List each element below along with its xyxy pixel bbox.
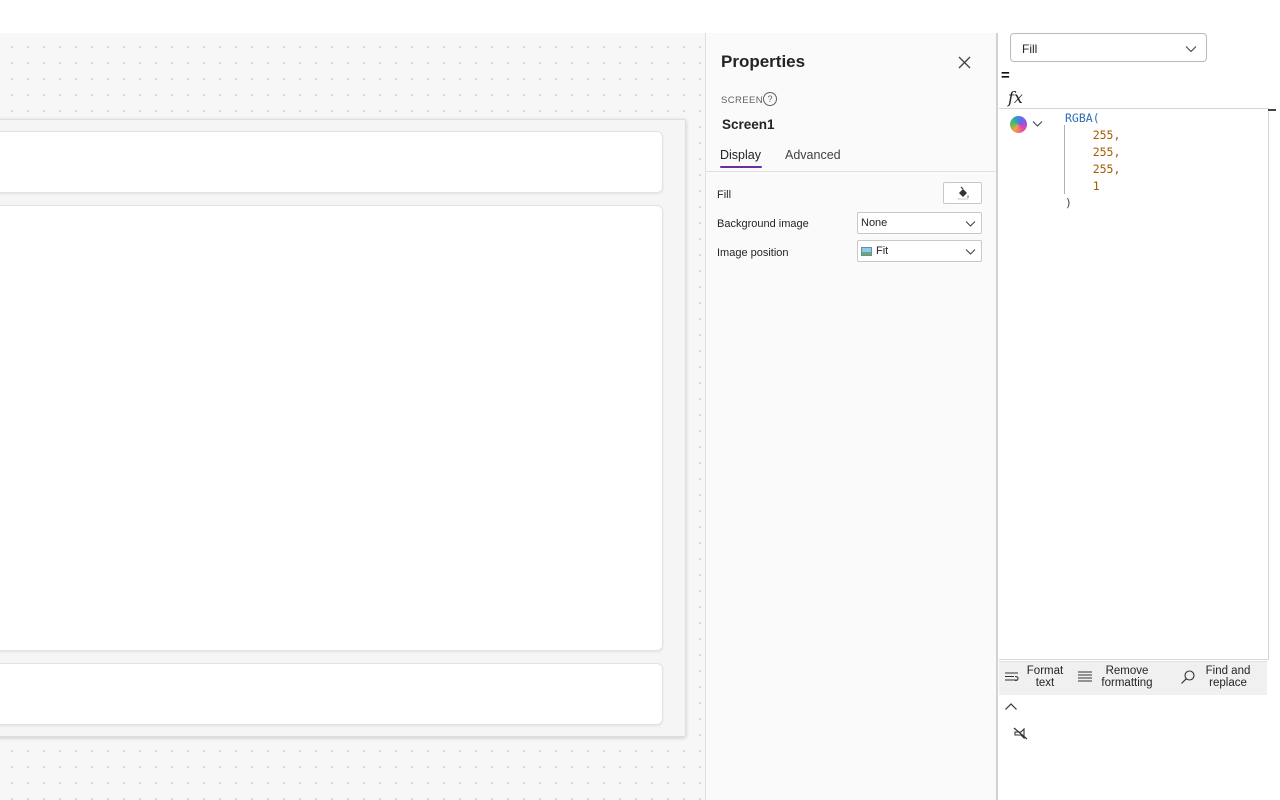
background-image-label: Background image bbox=[717, 218, 809, 230]
remove-formatting-icon bbox=[1078, 671, 1092, 682]
equals-sign: = bbox=[1001, 67, 1010, 84]
chevron-up-icon[interactable] bbox=[1004, 701, 1018, 713]
format-text-label: Format text bbox=[1026, 665, 1064, 689]
chevron-down-icon bbox=[1185, 46, 1197, 53]
paint-bucket-icon bbox=[957, 186, 968, 200]
find-and-replace-button[interactable]: Find and replace bbox=[1180, 665, 1254, 689]
code-close-paren: ) bbox=[1065, 196, 1072, 210]
fill-color-picker[interactable] bbox=[943, 182, 982, 204]
formula-editor[interactable]: RGBA( 255, 255, 255, 1 ) bbox=[999, 108, 1276, 660]
screen-preview[interactable] bbox=[0, 119, 686, 737]
tabs-divider bbox=[706, 171, 996, 172]
formula-code[interactable]: RGBA( 255, 255, 255, 1 ) bbox=[1065, 110, 1120, 212]
properties-panel: Properties SCREEN ? Screen1 Display Adva… bbox=[706, 33, 996, 800]
search-icon bbox=[1181, 670, 1195, 684]
unpin-icon[interactable] bbox=[1012, 726, 1030, 742]
header-container[interactable] bbox=[0, 131, 663, 193]
fx-button[interactable]: fx bbox=[1008, 88, 1023, 107]
active-tab-indicator bbox=[720, 166, 762, 168]
copilot-icon[interactable] bbox=[1010, 116, 1027, 133]
help-icon[interactable]: ? bbox=[763, 92, 777, 106]
design-canvas[interactable] bbox=[0, 33, 706, 800]
footer-container[interactable] bbox=[0, 663, 663, 725]
image-position-value: Fit bbox=[876, 245, 889, 257]
code-arg: 255, bbox=[1092, 162, 1121, 176]
panel-title: Properties bbox=[721, 52, 806, 71]
image-position-dropdown[interactable]: Fit bbox=[857, 240, 982, 262]
formula-panel: Fill = fx RGBA( 255, 255, 255, 1 ) Forma… bbox=[996, 33, 1280, 800]
image-position-label: Image position bbox=[717, 247, 789, 259]
remove-formatting-button[interactable]: Remove formatting bbox=[1077, 665, 1155, 689]
image-icon bbox=[861, 246, 872, 256]
chevron-down-icon bbox=[965, 249, 976, 255]
tab-advanced[interactable]: Advanced bbox=[785, 148, 841, 162]
background-image-value: None bbox=[861, 217, 888, 229]
main-container[interactable] bbox=[0, 205, 663, 651]
tab-display[interactable]: Display bbox=[720, 148, 761, 162]
code-arg: 1 bbox=[1092, 179, 1100, 193]
chevron-down-icon bbox=[965, 221, 976, 227]
find-and-replace-label: Find and replace bbox=[1205, 665, 1251, 689]
top-bar bbox=[0, 0, 1280, 33]
chevron-down-icon[interactable] bbox=[1032, 118, 1043, 129]
background-image-dropdown[interactable]: None bbox=[857, 212, 982, 234]
code-arg: 255, bbox=[1092, 128, 1121, 142]
editor-scroll-marker bbox=[1268, 109, 1276, 111]
fill-label: Fill bbox=[717, 189, 732, 201]
formula-toolbar: Format text Remove formatting Find and r… bbox=[999, 661, 1267, 695]
close-button[interactable] bbox=[954, 52, 974, 72]
remove-formatting-label: Remove formatting bbox=[1101, 665, 1153, 689]
control-name[interactable]: Screen1 bbox=[722, 117, 775, 132]
format-text-icon bbox=[1005, 672, 1019, 681]
property-selector-value: Fill bbox=[1022, 42, 1038, 56]
code-function: RGBA( bbox=[1065, 111, 1100, 125]
format-text-button[interactable]: Format text bbox=[1004, 665, 1064, 689]
close-icon bbox=[958, 56, 970, 68]
control-type-label: SCREEN bbox=[721, 95, 763, 106]
property-selector[interactable]: Fill bbox=[1010, 33, 1207, 62]
code-arg: 255, bbox=[1092, 145, 1121, 159]
